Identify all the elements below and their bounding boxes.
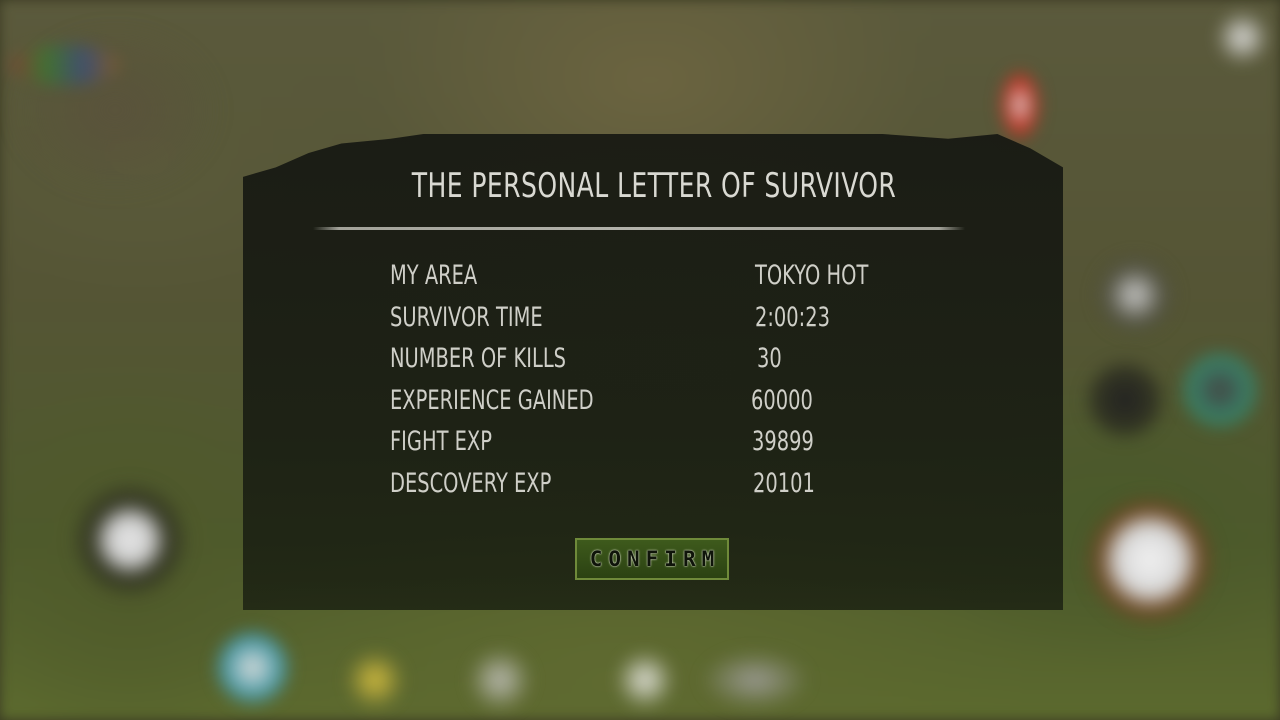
skill-button-icon <box>1095 255 1175 335</box>
discovery-exp-value: 20101 <box>753 468 815 499</box>
joystick-icon <box>70 480 190 600</box>
fight-exp-label: FIGHT EXP <box>390 426 492 457</box>
kills-value: 30 <box>757 343 782 374</box>
title-divider <box>313 227 965 230</box>
inventory-slot-icon-4 <box>615 650 675 710</box>
area-label: MY AREA <box>390 260 478 291</box>
attack-button-icon <box>1085 495 1215 625</box>
discovery-exp-label: DESCOVERY EXP <box>390 468 552 499</box>
game-screen: THE PERSONAL LETTER OF SURVIVOR MY AREA … <box>0 0 1280 720</box>
skill-button-icon-2 <box>1180 350 1260 430</box>
settings-icon <box>1215 10 1270 65</box>
inventory-slot-icon-5 <box>700 650 810 710</box>
inventory-slot-icon <box>215 630 290 705</box>
marker-icon <box>1000 70 1040 140</box>
dialog-bottom-edge <box>243 580 1063 610</box>
dialog-title: THE PERSONAL LETTER OF SURVIVOR <box>411 166 897 206</box>
area-value: TOKYO HOT <box>755 260 869 291</box>
survivor-time-value: 2:00:23 <box>755 302 830 333</box>
fight-exp-value: 39899 <box>752 426 814 457</box>
survivor-time-label: SURVIVOR TIME <box>390 302 543 333</box>
confirm-button[interactable]: CONFIRM <box>575 538 729 580</box>
experience-gained-value: 60000 <box>751 385 813 416</box>
health-indicator-icon <box>10 45 120 85</box>
inventory-slot-icon-2 <box>345 650 405 710</box>
experience-gained-label: EXPERIENCE GAINED <box>390 385 594 416</box>
inventory-slot-icon-3 <box>465 650 535 710</box>
skill-button-icon-3 <box>1085 360 1165 440</box>
kills-label: NUMBER OF KILLS <box>390 343 566 374</box>
confirm-button-label: CONFIRM <box>589 547 721 571</box>
